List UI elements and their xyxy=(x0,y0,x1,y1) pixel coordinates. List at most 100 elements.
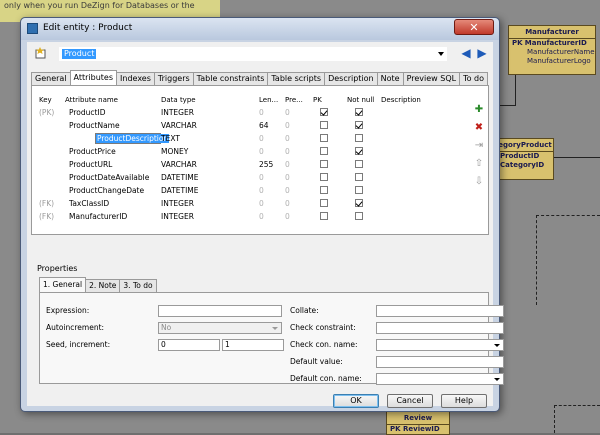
tab-description[interactable]: Description xyxy=(324,72,378,85)
table-row[interactable]: (FK) ManufacturerID INTEGER 0 0 xyxy=(37,211,457,223)
grid-header: Key Attribute name Data type Len... Pre.… xyxy=(37,96,457,106)
cell-data-type: DATETIME xyxy=(161,186,199,195)
pk-checkbox[interactable] xyxy=(320,186,328,194)
column-header-description[interactable]: Description xyxy=(381,96,421,104)
relationship-line xyxy=(515,75,516,105)
tab-indexes[interactable]: Indexes xyxy=(116,72,155,85)
help-button[interactable]: Help xyxy=(441,394,487,408)
pk-checkbox[interactable] xyxy=(320,173,328,181)
default-value-input[interactable] xyxy=(376,356,504,368)
pk-checkbox[interactable] xyxy=(320,199,328,207)
cell-length: 0 xyxy=(259,186,264,195)
previous-entity-icon[interactable]: ◀ xyxy=(459,46,473,60)
column-header-pk[interactable]: PK xyxy=(313,96,322,104)
dialog-title: Edit entity : Product xyxy=(43,23,133,33)
tab-properties-to-do[interactable]: 3. To do xyxy=(119,279,157,292)
delete-attribute-icon[interactable]: ✖ xyxy=(473,122,485,134)
cell-data-type: INTEGER xyxy=(161,108,194,117)
not-null-checkbox[interactable] xyxy=(355,108,363,116)
table-row[interactable]: ProductDescription TEXT 0 0 xyxy=(37,133,457,145)
cell-precision: 0 xyxy=(285,108,290,117)
check-con-name-label: Check con. name: xyxy=(290,340,358,349)
check-con-name-select[interactable] xyxy=(376,339,504,351)
ok-button[interactable]: OK xyxy=(333,394,379,408)
not-null-checkbox[interactable] xyxy=(355,160,363,168)
tab-preview-sql[interactable]: Preview SQL xyxy=(402,72,461,85)
table-row[interactable]: ProductURL VARCHAR 255 0 xyxy=(37,159,457,171)
app-icon xyxy=(27,23,38,34)
column-header-key[interactable]: Key xyxy=(39,96,52,104)
seed-input[interactable]: 0 xyxy=(158,339,220,351)
entity-title: egoryProduct xyxy=(497,139,553,152)
cell-length: 0 xyxy=(259,147,264,156)
tab-to-do[interactable]: To do xyxy=(459,72,489,85)
pk-checkbox[interactable] xyxy=(320,160,328,168)
column-header-attribute-name[interactable]: Attribute name xyxy=(65,96,118,104)
not-null-checkbox[interactable] xyxy=(355,186,363,194)
table-row[interactable]: (PK) ProductID INTEGER 0 0 xyxy=(37,107,457,119)
collate-input[interactable] xyxy=(376,305,504,317)
relationship-line xyxy=(500,105,516,106)
default-con-name-select[interactable] xyxy=(376,373,504,385)
move-down-icon[interactable]: ⇩ xyxy=(473,176,485,188)
entity-category-product[interactable]: egoryProduct ProductID CategoryID xyxy=(496,138,554,180)
insert-attribute-icon[interactable]: ⇥ xyxy=(473,140,485,152)
pk-checkbox[interactable] xyxy=(320,212,328,220)
tab-attributes[interactable]: Attributes xyxy=(69,70,118,85)
table-row[interactable]: ProductDateAvailable DATETIME 0 0 xyxy=(37,172,457,184)
entity-select-value: Product xyxy=(62,49,97,59)
add-attribute-icon[interactable]: ✚ xyxy=(473,104,485,116)
attribute-name-editor[interactable]: ProductDescription xyxy=(95,133,170,144)
cell-precision: 0 xyxy=(285,134,290,143)
properties-label: Properties xyxy=(37,264,78,273)
relationship-line xyxy=(554,405,600,406)
table-row[interactable]: ProductPrice MONEY 0 0 xyxy=(37,146,457,158)
table-row[interactable]: ProductChangeDate DATETIME 0 0 xyxy=(37,185,457,197)
seed-increment-label: Seed, increment: xyxy=(46,340,111,349)
increment-input[interactable]: 1 xyxy=(222,339,284,351)
cell-key: (FK) xyxy=(39,212,55,221)
tab-general[interactable]: General xyxy=(31,72,71,85)
pk-checkbox[interactable] xyxy=(320,147,328,155)
close-button[interactable]: ✕ xyxy=(454,19,494,35)
check-constraint-input[interactable] xyxy=(376,322,504,334)
tab-table-constraints[interactable]: Table constraints xyxy=(192,72,269,85)
column-header-data-type[interactable]: Data type xyxy=(161,96,196,104)
move-up-icon[interactable]: ⇧ xyxy=(473,158,485,170)
cell-precision: 0 xyxy=(285,199,290,208)
column-header-length[interactable]: Len... xyxy=(259,96,278,104)
cell-key: (FK) xyxy=(39,199,55,208)
entity-selector-row: Product ◀ ▶ xyxy=(31,45,491,63)
column-header-precision[interactable]: Pre... xyxy=(285,96,303,104)
properties-panel: Expression: Autoincrement: No Seed, incr… xyxy=(39,292,504,385)
cell-attribute-name: ProductName xyxy=(69,121,120,130)
not-null-checkbox[interactable] xyxy=(355,199,363,207)
not-null-checkbox[interactable] xyxy=(355,173,363,181)
tab-properties-general[interactable]: 1. General xyxy=(39,277,87,292)
column-header-not-null[interactable]: Not null xyxy=(347,96,374,104)
not-null-checkbox[interactable] xyxy=(355,147,363,155)
expression-input[interactable] xyxy=(158,305,282,317)
next-entity-icon[interactable]: ▶ xyxy=(475,46,489,60)
not-null-checkbox[interactable] xyxy=(355,121,363,129)
pk-checkbox[interactable] xyxy=(320,121,328,129)
tab-triggers[interactable]: Triggers xyxy=(153,72,194,85)
entity-manufacturer[interactable]: Manufacturer PK ManufacturerID Manufactu… xyxy=(508,25,596,75)
not-null-checkbox[interactable] xyxy=(355,134,363,142)
table-row[interactable]: ProductName VARCHAR 64 0 xyxy=(37,120,457,132)
tab-properties-note[interactable]: 2. Note xyxy=(85,279,121,292)
entity-attribute: CategoryID xyxy=(500,161,545,169)
tab-note[interactable]: Note xyxy=(376,72,404,85)
cancel-button[interactable]: Cancel xyxy=(387,394,433,408)
entity-review[interactable]: Review PK ReviewID xyxy=(386,411,450,435)
tab-table-scripts[interactable]: Table scripts xyxy=(267,72,326,85)
not-null-checkbox[interactable] xyxy=(355,212,363,220)
table-row[interactable]: (FK) TaxClassID INTEGER 0 0 xyxy=(37,198,457,210)
dialog-titlebar[interactable]: Edit entity : Product ✕ xyxy=(21,18,499,40)
cell-data-type: INTEGER xyxy=(161,212,194,221)
chevron-down-icon xyxy=(494,344,500,347)
entity-select[interactable]: Product xyxy=(59,47,447,61)
pk-checkbox[interactable] xyxy=(320,134,328,142)
autoincrement-select[interactable]: No xyxy=(158,322,282,334)
pk-checkbox[interactable] xyxy=(320,108,328,116)
